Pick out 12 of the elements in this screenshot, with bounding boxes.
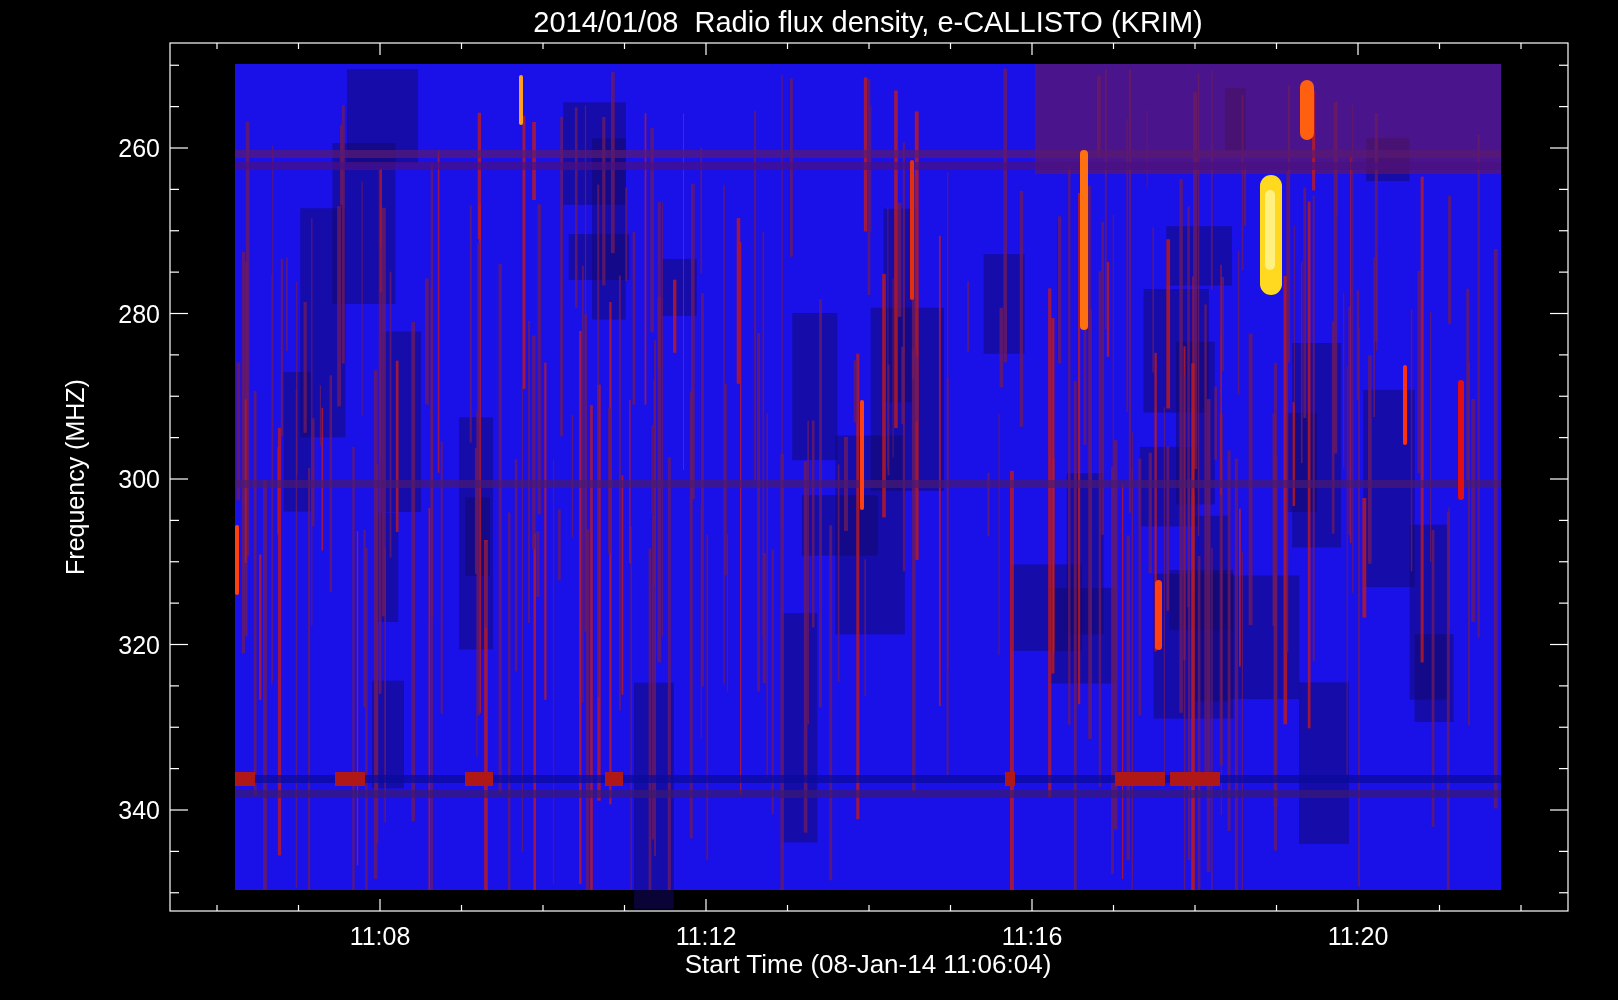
- y-axis-label: Frequency (MHZ): [61, 379, 89, 575]
- y-tick-label: 300: [118, 465, 160, 493]
- x-tick-label: 11:08: [349, 922, 411, 950]
- y-tick-label: 280: [118, 299, 160, 328]
- x-tick-label: 11:12: [675, 922, 737, 950]
- chart-title: 2014/01/08 Radio flux density, e-CALLISTO (KRIM): [533, 6, 1203, 38]
- y-tick-label: 320: [118, 630, 160, 659]
- y-tick-label: 260: [118, 134, 160, 162]
- x-axis-label: Start Time (08-Jan-14 11:06:04): [684, 949, 1052, 979]
- x-tick-label: 11:16: [1001, 922, 1063, 950]
- y-tick-label: 340: [118, 796, 160, 824]
- x-tick-label: 11:20: [1327, 922, 1389, 950]
